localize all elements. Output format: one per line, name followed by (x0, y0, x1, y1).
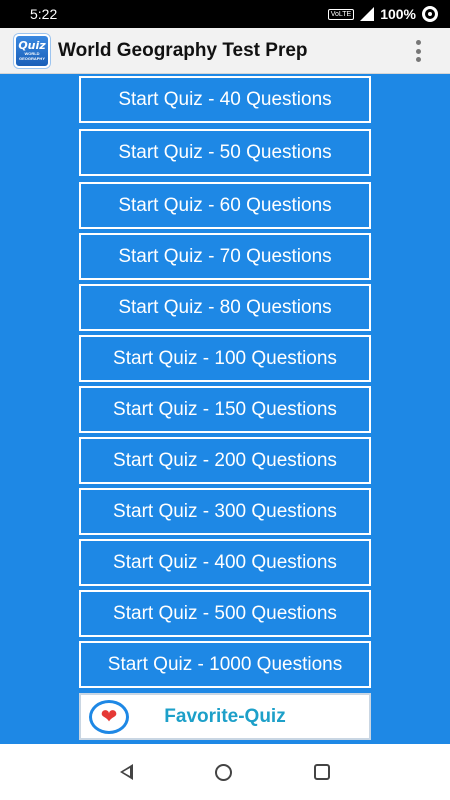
start-quiz-100-button[interactable]: Start Quiz - 100 Questions (79, 335, 371, 382)
battery-percentage: 100% (380, 6, 416, 22)
start-quiz-50-button[interactable]: Start Quiz - 50 Questions (79, 129, 371, 176)
start-quiz-200-button[interactable]: Start Quiz - 200 Questions (79, 437, 371, 484)
quiz-list[interactable]: Start Quiz - 40 Questions Start Quiz - 5… (0, 74, 450, 744)
start-quiz-80-button[interactable]: Start Quiz - 80 Questions (79, 284, 371, 331)
start-quiz-400-button[interactable]: Start Quiz - 400 Questions (79, 539, 371, 586)
start-quiz-300-button[interactable]: Start Quiz - 300 Questions (79, 488, 371, 535)
status-bar: 5:22 VoLTE 100% (0, 0, 450, 28)
volte-icon: VoLTE (327, 8, 355, 20)
navigation-bar (0, 744, 450, 800)
home-icon[interactable] (215, 763, 232, 781)
start-quiz-150-button[interactable]: Start Quiz - 150 Questions (79, 386, 371, 433)
favorite-quiz-label: Favorite-Quiz (164, 705, 286, 727)
logo-quiz-text: Quiz (18, 39, 46, 52)
recents-icon[interactable] (314, 764, 330, 780)
status-icons: VoLTE 100% (327, 6, 438, 22)
start-quiz-40-button[interactable]: Start Quiz - 40 Questions (79, 76, 371, 123)
battery-icon (422, 6, 438, 22)
status-time: 5:22 (30, 6, 58, 22)
start-quiz-1000-button[interactable]: Start Quiz - 1000 Questions (79, 641, 371, 688)
favorite-quiz-button[interactable]: ❤ Favorite-Quiz (79, 693, 371, 740)
start-quiz-60-button[interactable]: Start Quiz - 60 Questions (79, 182, 371, 229)
start-quiz-70-button[interactable]: Start Quiz - 70 Questions (79, 233, 371, 280)
back-icon[interactable] (120, 764, 133, 780)
app-bar: Quiz WORLD GEOGRAPHY World Geography Tes… (0, 28, 450, 74)
app-title: World Geography Test Prep (58, 39, 308, 61)
start-quiz-500-button[interactable]: Start Quiz - 500 Questions (79, 590, 371, 637)
signal-icon (360, 7, 375, 21)
overflow-menu-icon[interactable] (416, 40, 422, 62)
logo-subtitle-text: WORLD GEOGRAPHY (18, 51, 45, 61)
app-logo: Quiz WORLD GEOGRAPHY (14, 33, 50, 68)
